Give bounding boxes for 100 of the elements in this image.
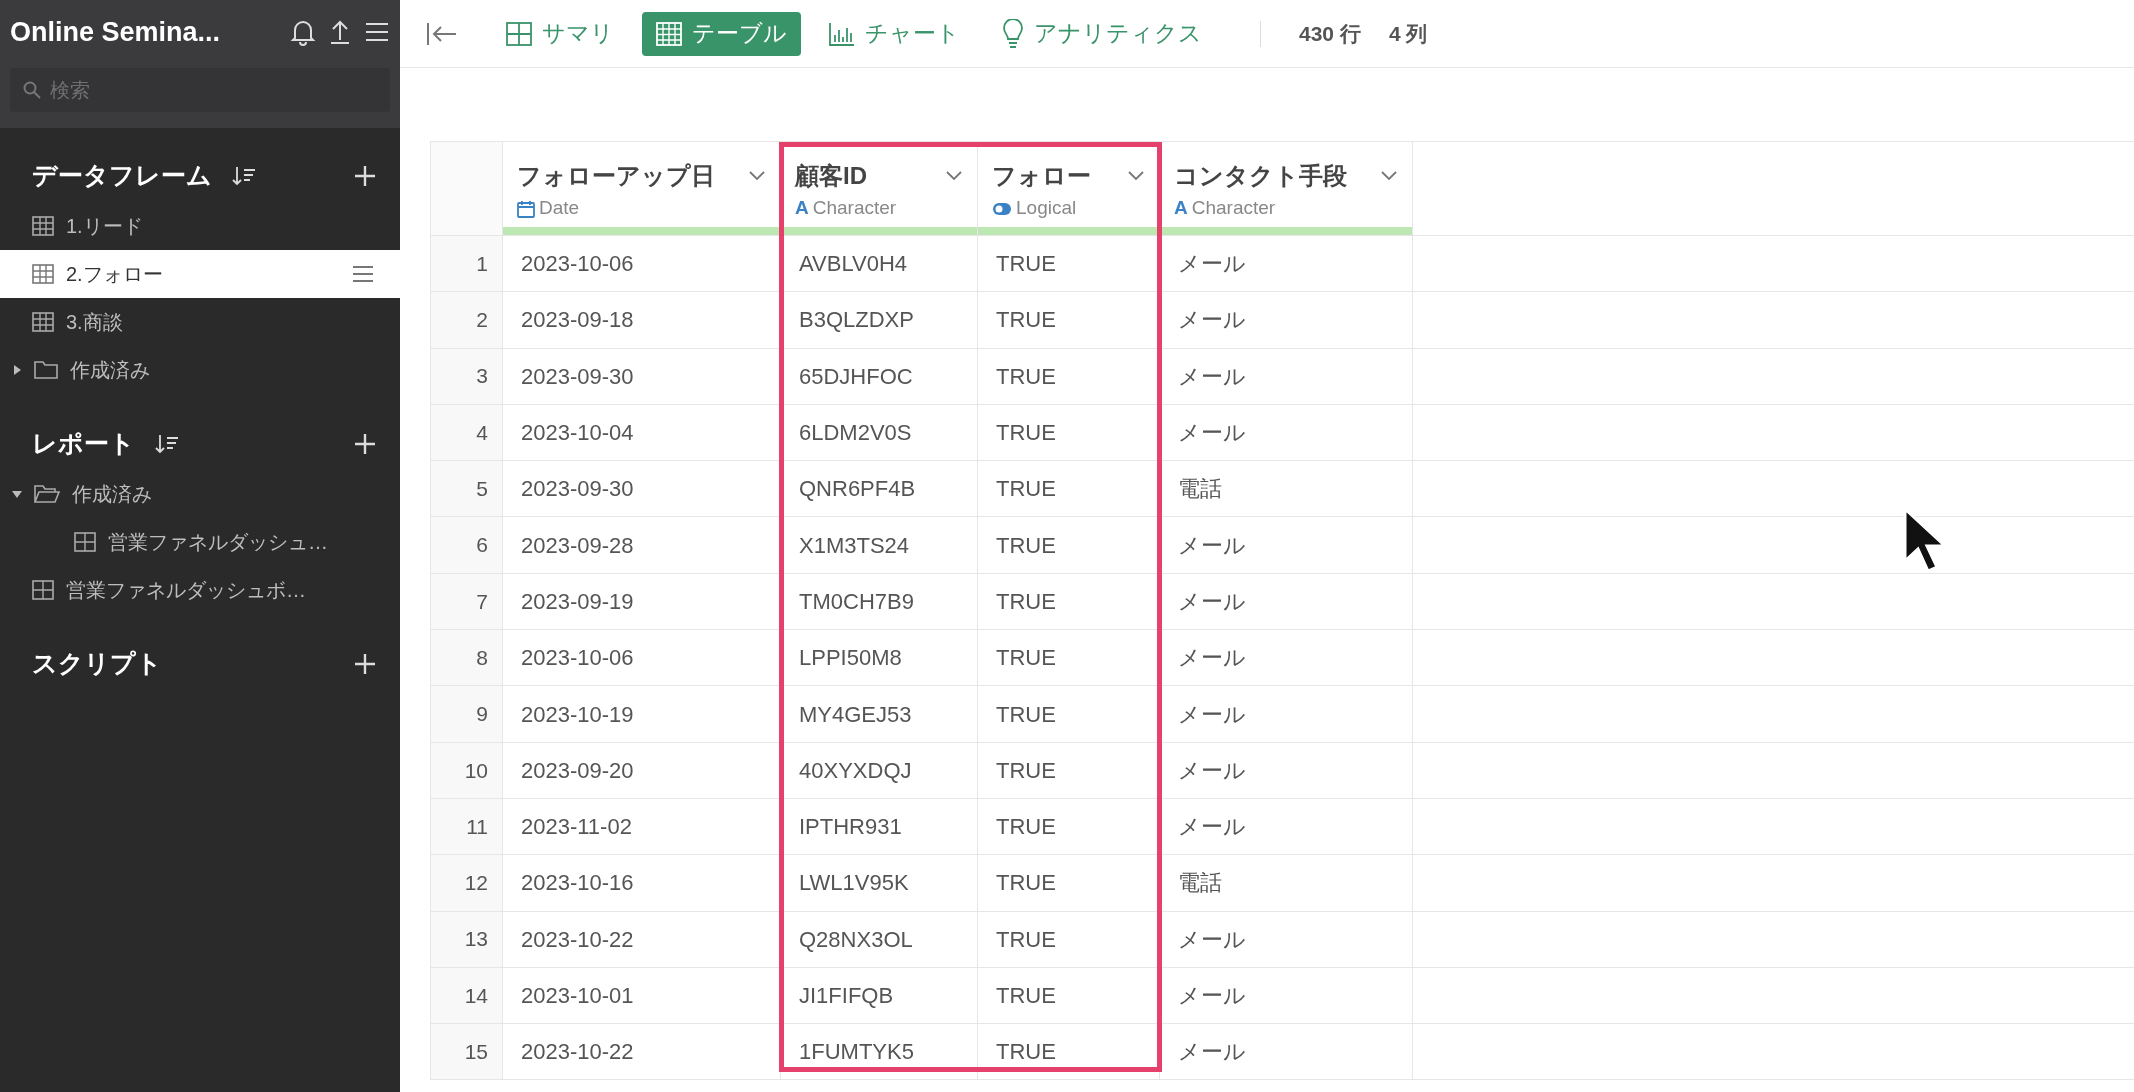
view-tab[interactable]: サマリ: [492, 11, 628, 56]
row-number: 10: [430, 742, 503, 798]
plus-icon[interactable]: [354, 165, 376, 187]
folder-icon: [34, 360, 58, 380]
table-cell: LPPI50M8: [781, 630, 978, 686]
table-cell: 2023-11-02: [503, 798, 781, 855]
table-cell: メール: [1160, 236, 1413, 292]
bell-icon[interactable]: [290, 18, 316, 46]
table-cell: TRUE: [978, 798, 1160, 855]
column-type-label: Character: [1191, 196, 1276, 221]
table-cell: 2023-09-30: [503, 461, 781, 517]
sort-icon[interactable]: [232, 165, 256, 187]
column-type-label: Date: [539, 196, 580, 221]
table-icon: [32, 312, 54, 332]
table-icon: [32, 216, 54, 236]
table-cell: TRUE: [978, 348, 1160, 404]
table-cell: 2023-10-19: [503, 686, 781, 742]
table-cell: Q28NX3OL: [781, 911, 978, 967]
search-field[interactable]: 検索: [10, 68, 390, 112]
table-cell: メール: [1160, 517, 1413, 573]
table-cell: 2023-10-16: [503, 855, 781, 911]
plus-icon[interactable]: [354, 433, 376, 455]
menu-icon[interactable]: [364, 20, 390, 44]
sidebar-item[interactable]: 作成済み: [0, 470, 400, 518]
toggle-icon: [992, 201, 1012, 216]
table-cell: TRUE: [978, 292, 1160, 348]
table-cell: メール: [1160, 292, 1413, 348]
view-tab[interactable]: チャート: [815, 11, 974, 56]
table-cell: QNR6PF4B: [781, 461, 978, 517]
chevron-down-icon[interactable]: [1380, 170, 1398, 182]
table-cell: MY4GEJ53: [781, 686, 978, 742]
table-cell: 2023-09-19: [503, 573, 781, 630]
sidebar-item[interactable]: 3.商談: [0, 298, 400, 346]
table-icon: [32, 264, 54, 284]
column-type-label: Logical: [1016, 196, 1077, 221]
sidebar-item[interactable]: 営業ファネルダッシュボ…: [0, 566, 400, 614]
report-icon: [74, 532, 96, 552]
table-cell: 1FUMTYK5: [781, 1024, 978, 1080]
table-cell: TRUE: [978, 911, 1160, 967]
table-cell: TRUE: [978, 686, 1160, 742]
lightbulb-icon: [1002, 18, 1024, 49]
count-label: 4 列: [1388, 20, 1428, 47]
upload-icon[interactable]: [328, 18, 352, 46]
view-tab[interactable]: アナリティクス: [988, 11, 1216, 56]
table-cell: 2023-09-30: [503, 348, 781, 404]
chevron-down-icon[interactable]: [1127, 170, 1145, 182]
open-folder-icon: [34, 484, 60, 504]
item-menu-icon[interactable]: [352, 265, 374, 283]
row-number: 7: [430, 573, 503, 630]
table-cell: 2023-09-18: [503, 292, 781, 348]
sidebar-item[interactable]: 1.リード: [0, 202, 400, 250]
table-cell: 2023-10-22: [503, 911, 781, 967]
row-number: 5: [430, 461, 503, 517]
section-title: レポート: [32, 428, 135, 460]
table-cell: メール: [1160, 630, 1413, 686]
column-header[interactable]: フォロー: [992, 158, 1091, 194]
table-cell: メール: [1160, 1024, 1413, 1080]
chevron-down-icon[interactable]: [945, 170, 963, 182]
table-cell: JI1FIFQB: [781, 967, 978, 1024]
column-header[interactable]: 顧客ID: [795, 158, 867, 194]
table-cell: AVBLV0H4: [781, 236, 978, 292]
table-cell: 2023-09-20: [503, 742, 781, 798]
table-cell: 65DJHFOC: [781, 348, 978, 404]
character-type-icon: A: [795, 194, 809, 223]
table-cell: 2023-09-28: [503, 517, 781, 573]
row-number: 8: [430, 630, 503, 686]
table-cell: 40XYXDQJ: [781, 742, 978, 798]
table-cell: 電話: [1160, 855, 1413, 911]
column-header[interactable]: フォローアップ日: [517, 158, 715, 194]
row-number: 6: [430, 517, 503, 573]
grid-icon: [506, 21, 532, 46]
search-icon: [23, 81, 41, 99]
table-cell: 電話: [1160, 461, 1413, 517]
table-cell: メール: [1160, 404, 1413, 461]
row-number: 1: [430, 236, 503, 292]
plus-icon[interactable]: [354, 653, 376, 675]
table-cell: TRUE: [978, 855, 1160, 911]
calendar-icon: [517, 199, 535, 218]
table-cell: 2023-10-22: [503, 1024, 781, 1080]
view-tab[interactable]: テーブル: [642, 11, 801, 56]
row-number: 14: [430, 967, 503, 1024]
table-cell: B3QLZDXP: [781, 292, 978, 348]
table-cell: 2023-10-01: [503, 967, 781, 1024]
table-cell: メール: [1160, 967, 1413, 1024]
row-number: 9: [430, 686, 503, 742]
column-type-label: Character: [812, 196, 897, 221]
column-header[interactable]: コンタクト手段: [1174, 158, 1347, 194]
sidebar-item[interactable]: 作成済み: [0, 346, 400, 394]
table-cell: メール: [1160, 798, 1413, 855]
caret-down-icon[interactable]: [12, 489, 22, 499]
sort-icon[interactable]: [155, 433, 179, 455]
sidebar-item[interactable]: 営業ファネルダッシュ…: [0, 518, 400, 566]
chevron-down-icon[interactable]: [748, 170, 766, 182]
caret-right-icon[interactable]: [12, 365, 22, 375]
table-cell: 6LDM2V0S: [781, 404, 978, 461]
table-cell: TRUE: [978, 630, 1160, 686]
sidebar-item[interactable]: 2.フォロー: [0, 250, 400, 298]
table-cell: TRUE: [978, 1024, 1160, 1080]
row-number: 3: [430, 348, 503, 404]
section-title: データフレーム: [32, 160, 212, 192]
